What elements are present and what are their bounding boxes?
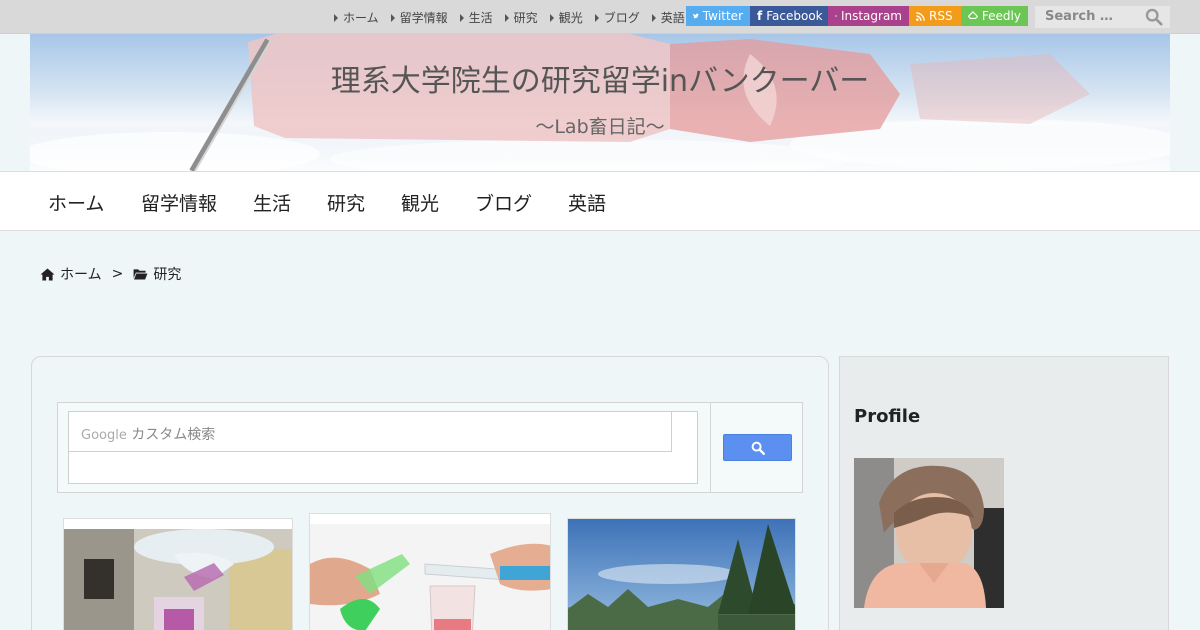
breadcrumb-separator: > <box>111 266 124 282</box>
top-link-home[interactable]: ホーム <box>334 9 379 26</box>
twitter-icon <box>693 13 699 19</box>
top-link-label: ブログ <box>603 11 640 25</box>
nav-item-study-abroad[interactable]: 留学情報 <box>141 189 217 216</box>
landscape-image <box>568 519 795 630</box>
search-divider <box>710 403 711 492</box>
top-link-label: 観光 <box>558 11 583 25</box>
article-thumbnail[interactable] <box>63 518 293 630</box>
caret-right-icon <box>334 13 338 22</box>
top-link-sightseeing[interactable]: 観光 <box>549 9 583 26</box>
top-link-label: 生活 <box>468 11 493 25</box>
profile-photo <box>854 458 1004 608</box>
caret-right-icon <box>594 13 599 22</box>
nav-item-life[interactable]: 生活 <box>253 189 291 216</box>
top-link-label: 留学情報 <box>399 11 448 25</box>
top-link-label: ホーム <box>343 11 379 25</box>
top-link-english[interactable]: 英語 <box>651 9 685 26</box>
nav-item-home[interactable]: ホーム <box>48 189 104 216</box>
top-bar: ホーム 留学情報 生活 研究 観光 ブログ 英語 Twitter f Faceb… <box>0 0 1200 34</box>
breadcrumb: ホーム > 研究 <box>40 264 181 284</box>
twitter-button[interactable]: Twitter <box>686 6 750 26</box>
nav-item-sightseeing[interactable]: 観光 <box>401 189 439 216</box>
home-icon <box>40 267 55 281</box>
caret-right-icon <box>504 13 509 22</box>
top-links: ホーム 留学情報 生活 研究 観光 ブログ 英語 <box>334 9 685 26</box>
top-link-study-abroad[interactable]: 留学情報 <box>390 9 448 26</box>
facebook-button[interactable]: f Facebook <box>750 6 828 26</box>
article-thumbnail[interactable] <box>309 513 551 630</box>
search-icon[interactable] <box>1145 8 1163 26</box>
nav-item-blog[interactable]: ブログ <box>475 189 532 216</box>
caret-right-icon <box>651 13 656 22</box>
google-search-input[interactable]: Google カスタム検索 <box>69 412 672 452</box>
nav-item-research[interactable]: 研究 <box>327 189 365 216</box>
google-brand-label: Google <box>81 428 127 443</box>
search-icon <box>751 441 765 455</box>
top-link-blog[interactable]: ブログ <box>594 9 640 26</box>
facebook-icon: f <box>757 9 763 23</box>
caret-right-icon <box>549 13 554 22</box>
site-header[interactable]: 理系大学院生の研究留学inバンクーバー ～Lab畜日記～ <box>30 34 1170 171</box>
instagram-icon <box>835 15 837 17</box>
caret-right-icon <box>459 13 464 22</box>
folder-open-icon <box>133 269 148 280</box>
article-thumbnail[interactable] <box>567 518 796 630</box>
lab-flask-image <box>64 519 292 630</box>
breadcrumb-home[interactable]: ホーム <box>60 264 102 284</box>
top-link-label: 研究 <box>513 11 538 25</box>
instagram-button[interactable]: Instagram <box>828 6 909 26</box>
site-subtitle: ～Lab畜日記～ <box>535 116 665 138</box>
feedly-icon <box>968 11 978 20</box>
top-link-life[interactable]: 生活 <box>459 9 493 26</box>
nav-item-english[interactable]: 英語 <box>568 189 606 216</box>
header-banner-image <box>30 34 1170 171</box>
main-nav: ホーム 留学情報 生活 研究 観光 ブログ 英語 <box>0 171 1200 231</box>
feedly-label: Feedly <box>981 9 1021 23</box>
avatar <box>854 458 1004 608</box>
facebook-label: Facebook <box>766 9 823 23</box>
rss-icon <box>916 11 925 21</box>
rss-label: RSS <box>929 9 953 23</box>
instagram-label: Instagram <box>840 9 902 23</box>
top-link-research[interactable]: 研究 <box>504 9 538 26</box>
google-search-button[interactable] <box>723 434 792 461</box>
breadcrumb-current[interactable]: 研究 <box>153 264 181 284</box>
caret-right-icon <box>390 13 395 22</box>
top-link-label: 英語 <box>660 11 685 25</box>
profile-title: Profile <box>854 406 921 427</box>
site-title[interactable]: 理系大学院生の研究留学inバンクーバー <box>30 56 1170 100</box>
twitter-label: Twitter <box>702 9 743 23</box>
google-search-placeholder: カスタム検索 <box>131 427 216 443</box>
test-tubes-image <box>310 514 550 630</box>
feedly-button[interactable]: Feedly <box>961 6 1028 26</box>
rss-button[interactable]: RSS <box>909 6 961 26</box>
